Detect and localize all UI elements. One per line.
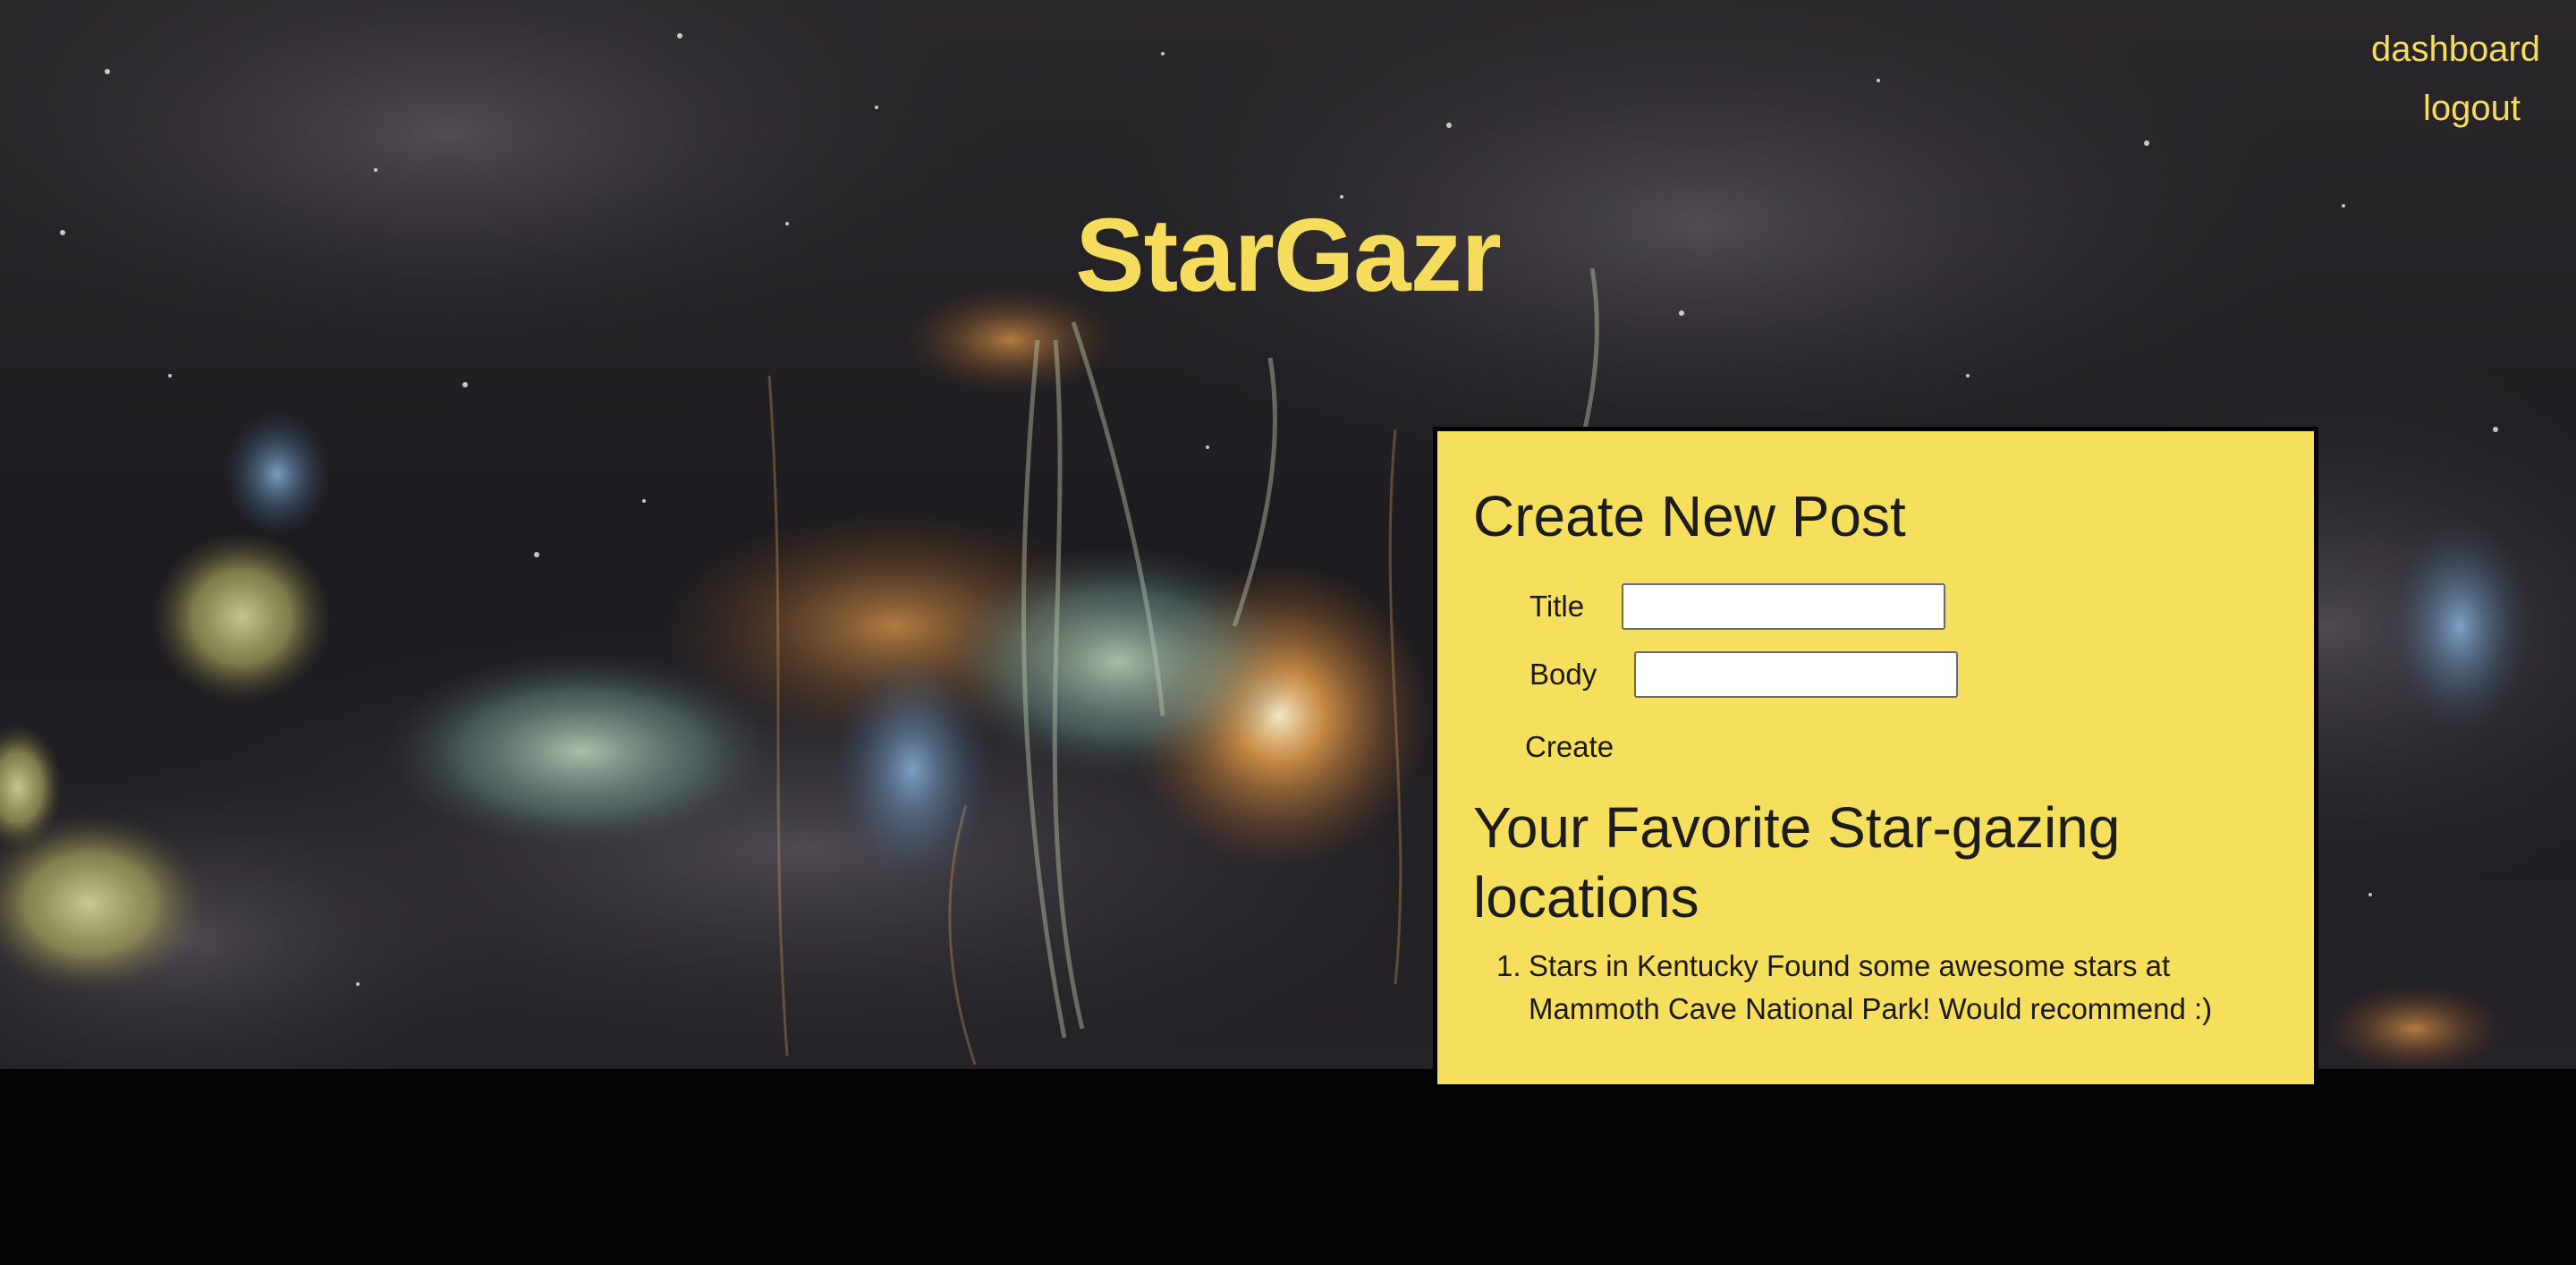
- list-item: 1. Stars in Kentucky Found some awesome …: [1496, 945, 2262, 1031]
- post-panel: Create New Post Title Body Create Your F…: [1433, 427, 2318, 1089]
- create-button[interactable]: Create: [1525, 730, 1614, 764]
- title-label: Title: [1530, 590, 1585, 623]
- create-post-heading: Create New Post: [1473, 484, 1906, 548]
- list-item-number: 1.: [1496, 949, 1521, 982]
- body-input[interactable]: [1634, 651, 1958, 698]
- page: dashboard logout StarGazr Create New Pos…: [0, 0, 2576, 1265]
- site-title: StarGazr: [1075, 197, 1502, 313]
- dashboard-link[interactable]: dashboard: [2371, 20, 2540, 79]
- title-input[interactable]: [1622, 583, 1945, 630]
- post-title: Stars in Kentucky: [1529, 949, 1758, 982]
- logout-link[interactable]: logout: [2371, 79, 2521, 138]
- footer: [0, 1069, 2576, 1265]
- body-label: Body: [1530, 658, 1597, 691]
- top-nav: dashboard logout: [2371, 20, 2540, 138]
- favorites-list: 1. Stars in Kentucky Found some awesome …: [1496, 945, 2262, 1031]
- favorites-heading: Your Favorite Star-gazing locations: [1473, 795, 2121, 930]
